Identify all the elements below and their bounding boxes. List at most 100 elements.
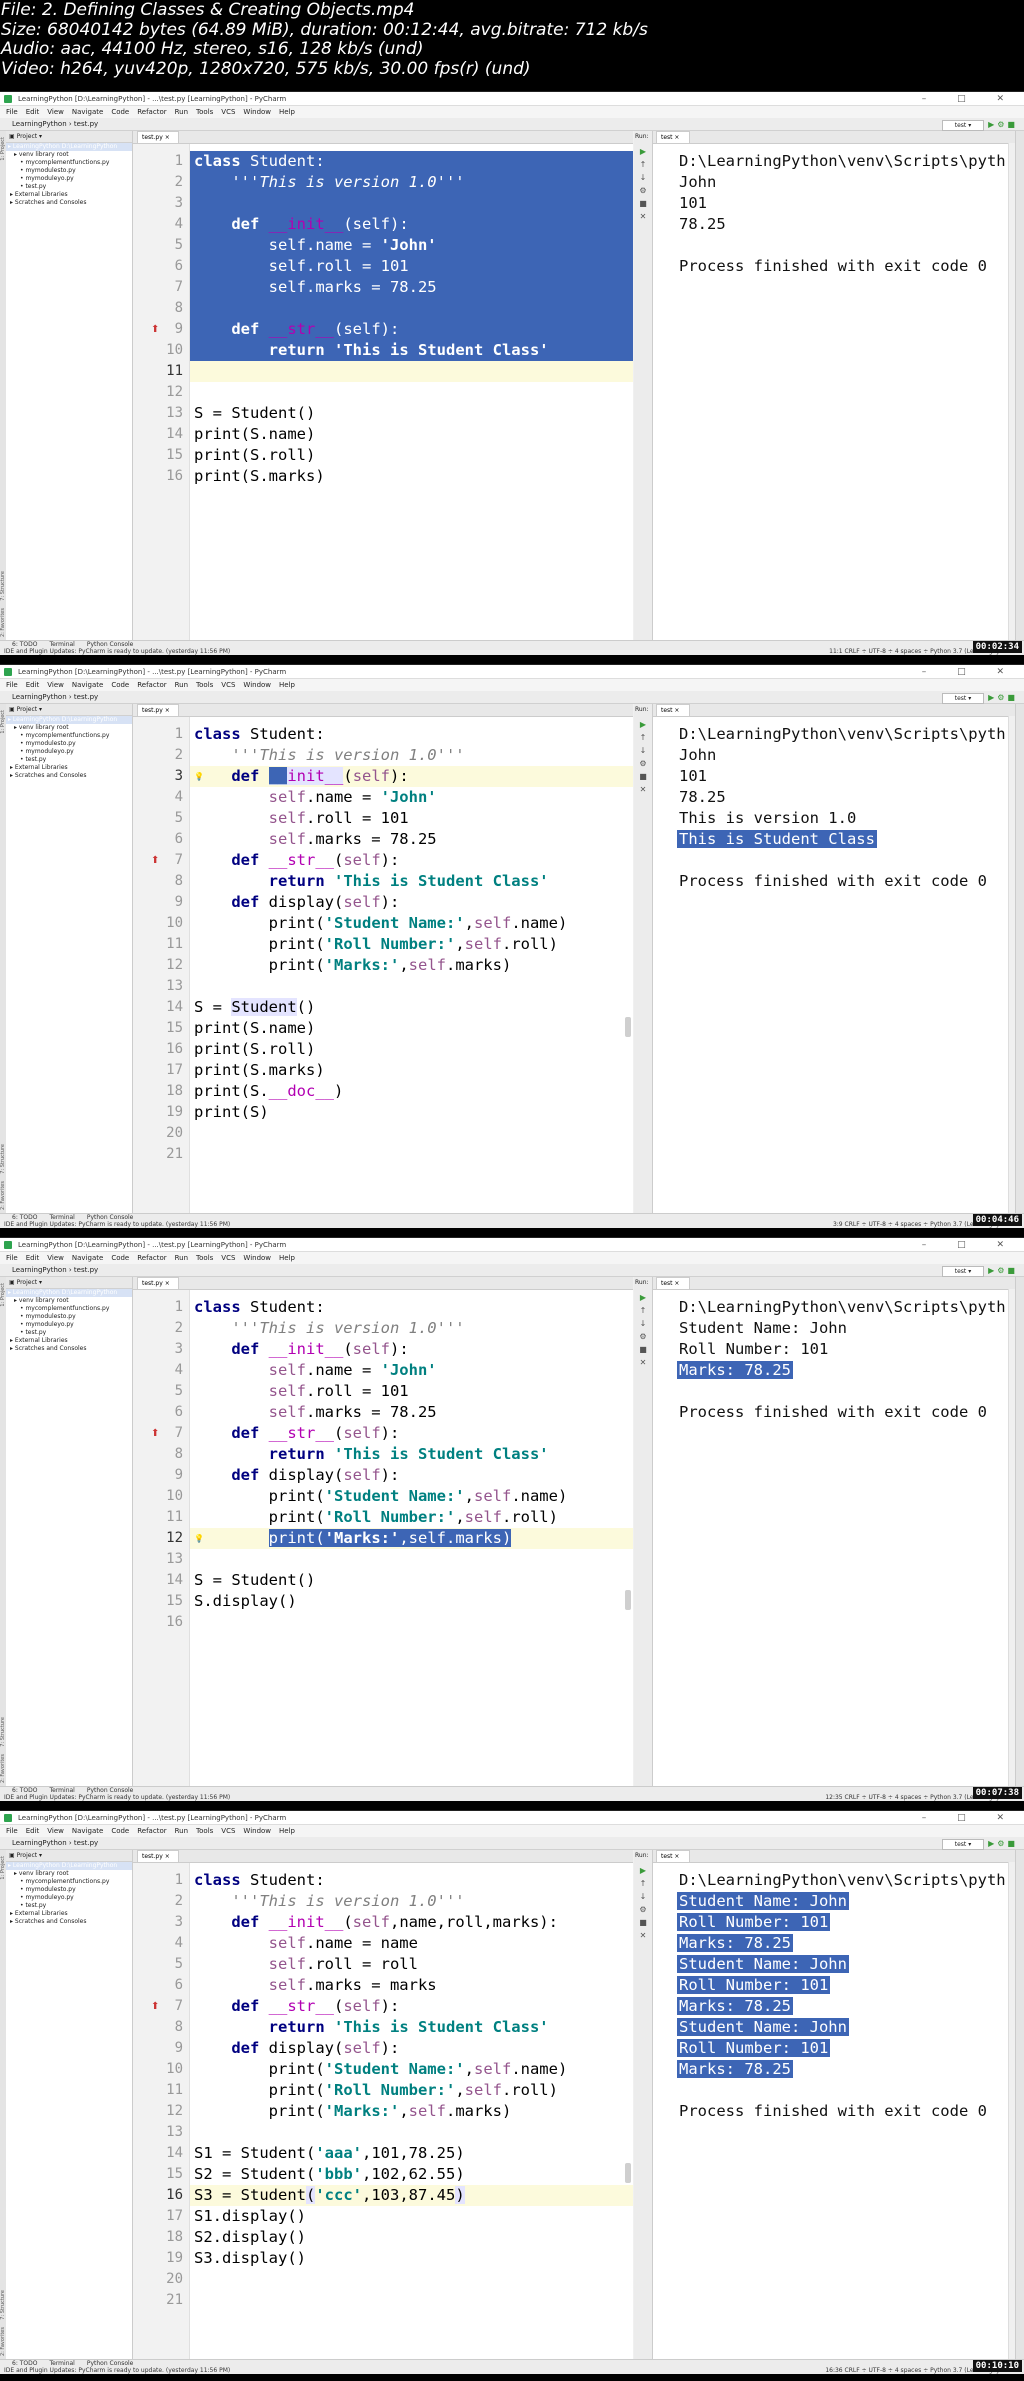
- project-tree-item[interactable]: ▸ External Libraries: [6, 764, 132, 772]
- project-tree-item[interactable]: ▸ Scratches and Consoles: [6, 199, 132, 207]
- menu-item-view[interactable]: View: [47, 108, 64, 116]
- menu-item-view[interactable]: View: [47, 1827, 64, 1835]
- menu-item-help[interactable]: Help: [279, 1827, 295, 1835]
- menu-item-window[interactable]: Window: [243, 108, 271, 116]
- menu-item-window[interactable]: Window: [243, 1827, 271, 1835]
- bottom-tab-1[interactable]: Terminal: [49, 641, 74, 648]
- bottom-tab-2[interactable]: Python Console: [87, 641, 134, 648]
- menu-item-tools[interactable]: Tools: [196, 108, 213, 116]
- menu-item-edit[interactable]: Edit: [26, 1827, 40, 1835]
- run-action-icon[interactable]: ⚙: [638, 759, 648, 769]
- project-tree-item[interactable]: ▸ External Libraries: [6, 191, 132, 199]
- run-action-icon[interactable]: ✕: [638, 1931, 648, 1941]
- bottom-tab-0[interactable]: 6: TODO: [12, 1214, 37, 1221]
- run-action-icon[interactable]: ▶: [638, 147, 648, 157]
- menu-item-code[interactable]: Code: [111, 681, 129, 689]
- breadcrumb-file[interactable]: test.py: [74, 120, 98, 128]
- project-tree-item[interactable]: • mycomplementfunctions.py: [6, 1305, 132, 1313]
- intention-bulb-icon[interactable]: 💡: [194, 766, 204, 787]
- run-tab-test[interactable]: test ×: [656, 131, 691, 143]
- menu-item-refactor[interactable]: Refactor: [137, 108, 166, 116]
- run-action-icon[interactable]: ↓: [638, 173, 648, 183]
- run-action-icon[interactable]: ↑: [638, 1306, 648, 1316]
- editor-tab-test-py[interactable]: test.py ×: [137, 1850, 179, 1862]
- code-area[interactable]: class Student: '''This is version 1.0'''…: [190, 1863, 633, 2360]
- menu-item-code[interactable]: Code: [111, 1827, 129, 1835]
- run-configuration-select[interactable]: test ▾: [942, 1839, 984, 1850]
- bottom-tab-1[interactable]: Terminal: [49, 2360, 74, 2367]
- run-toolbar-icons[interactable]: ▶⚙■: [988, 1264, 1018, 1277]
- menu-item-navigate[interactable]: Navigate: [72, 681, 103, 689]
- project-tree-item[interactable]: • mycomplementfunctions.py: [6, 159, 132, 167]
- project-tree-item[interactable]: ▸ LearningPython D:\LearningPython: [6, 1289, 132, 1297]
- project-tree-item[interactable]: ▸ LearningPython D:\LearningPython: [6, 143, 132, 151]
- run-tab-test[interactable]: test ×: [656, 1850, 691, 1862]
- project-tree-item[interactable]: • mymodulesto.py: [6, 1313, 132, 1321]
- bottom-tab-1[interactable]: Terminal: [49, 1214, 74, 1221]
- run-action-icon[interactable]: ⚙: [638, 1905, 648, 1915]
- run-action-icon[interactable]: ↓: [638, 1319, 648, 1329]
- menu-item-vcs[interactable]: VCS: [221, 1827, 235, 1835]
- menu-item-window[interactable]: Window: [243, 1254, 271, 1262]
- editor-scroll-thumb[interactable]: [625, 1017, 631, 1037]
- run-action-icon[interactable]: ✕: [638, 785, 648, 795]
- project-tree-item[interactable]: ▸ Scratches and Consoles: [6, 1918, 132, 1926]
- project-tree-item[interactable]: • mymoduleyo.py: [6, 1894, 132, 1902]
- window-controls[interactable]: – □ ✕: [922, 665, 1018, 679]
- menu-item-tools[interactable]: Tools: [196, 681, 213, 689]
- breadcrumb-file[interactable]: test.py: [74, 1266, 98, 1274]
- menu-item-window[interactable]: Window: [243, 681, 271, 689]
- editor-scroll-thumb[interactable]: [625, 1590, 631, 1610]
- menu-item-view[interactable]: View: [47, 681, 64, 689]
- menu-item-tools[interactable]: Tools: [196, 1254, 213, 1262]
- project-tree-item[interactable]: ▸ venv library root: [6, 1870, 132, 1878]
- project-tree-item[interactable]: • mymodulesto.py: [6, 1886, 132, 1894]
- bottom-tab-0[interactable]: 6: TODO: [12, 1787, 37, 1794]
- menu-item-file[interactable]: File: [6, 681, 18, 689]
- output-scrollbar[interactable]: [1008, 1862, 1015, 2360]
- menu-item-file[interactable]: File: [6, 1827, 18, 1835]
- editor-scroll-thumb[interactable]: [625, 2163, 631, 2183]
- project-tree-item[interactable]: • mymodulesto.py: [6, 740, 132, 748]
- project-tree-item[interactable]: ▸ venv library root: [6, 1297, 132, 1305]
- output-scrollbar[interactable]: [1008, 1289, 1015, 1787]
- run-action-icon[interactable]: ▶: [638, 1293, 648, 1303]
- project-tree-item[interactable]: ▸ External Libraries: [6, 1337, 132, 1345]
- menu-item-run[interactable]: Run: [175, 1827, 188, 1835]
- project-tree-item[interactable]: ▸ Scratches and Consoles: [6, 772, 132, 780]
- project-header[interactable]: ▣ Project ▾: [6, 131, 132, 143]
- project-tree-item[interactable]: • mymodulesto.py: [6, 167, 132, 175]
- bottom-tab-1[interactable]: Terminal: [49, 1787, 74, 1794]
- project-tree-item[interactable]: • mymoduleyo.py: [6, 175, 132, 183]
- run-tab-test[interactable]: test ×: [656, 1277, 691, 1289]
- project-tree-item[interactable]: ▸ venv library root: [6, 151, 132, 159]
- editor-tab-test-py[interactable]: test.py ×: [137, 131, 179, 143]
- run-toolbar-icons[interactable]: ▶⚙■: [988, 1837, 1018, 1850]
- menu-item-vcs[interactable]: VCS: [221, 681, 235, 689]
- menu-item-run[interactable]: Run: [175, 681, 188, 689]
- menu-item-help[interactable]: Help: [279, 681, 295, 689]
- override-marker-icon[interactable]: ⬆: [151, 1423, 159, 1444]
- breadcrumb-file[interactable]: test.py: [74, 693, 98, 701]
- bottom-tab-2[interactable]: Python Console: [87, 1214, 134, 1221]
- window-controls[interactable]: – □ ✕: [922, 1811, 1018, 1825]
- project-tree-item[interactable]: • mymoduleyo.py: [6, 1321, 132, 1329]
- menu-item-vcs[interactable]: VCS: [221, 1254, 235, 1262]
- intention-bulb-icon[interactable]: 💡: [194, 1528, 204, 1549]
- output-scrollbar[interactable]: [1008, 716, 1015, 1214]
- code-area[interactable]: class Student: '''This is version 1.0'''…: [190, 1290, 633, 1787]
- run-action-icon[interactable]: ✕: [638, 212, 648, 222]
- run-action-icon[interactable]: ↓: [638, 746, 648, 756]
- run-action-icon[interactable]: ■: [638, 1918, 648, 1928]
- run-toolbar-icons[interactable]: ▶⚙■: [988, 118, 1018, 131]
- menu-item-code[interactable]: Code: [111, 1254, 129, 1262]
- menu-item-navigate[interactable]: Navigate: [72, 108, 103, 116]
- menu-item-help[interactable]: Help: [279, 1254, 295, 1262]
- override-marker-icon[interactable]: ⬆: [151, 850, 159, 871]
- project-tree-item[interactable]: ▸ LearningPython D:\LearningPython: [6, 716, 132, 724]
- project-header[interactable]: ▣ Project ▾: [6, 1850, 132, 1862]
- menu-item-tools[interactable]: Tools: [196, 1827, 213, 1835]
- run-action-icon[interactable]: ↑: [638, 160, 648, 170]
- menu-item-refactor[interactable]: Refactor: [137, 1827, 166, 1835]
- run-configuration-select[interactable]: test ▾: [942, 120, 984, 131]
